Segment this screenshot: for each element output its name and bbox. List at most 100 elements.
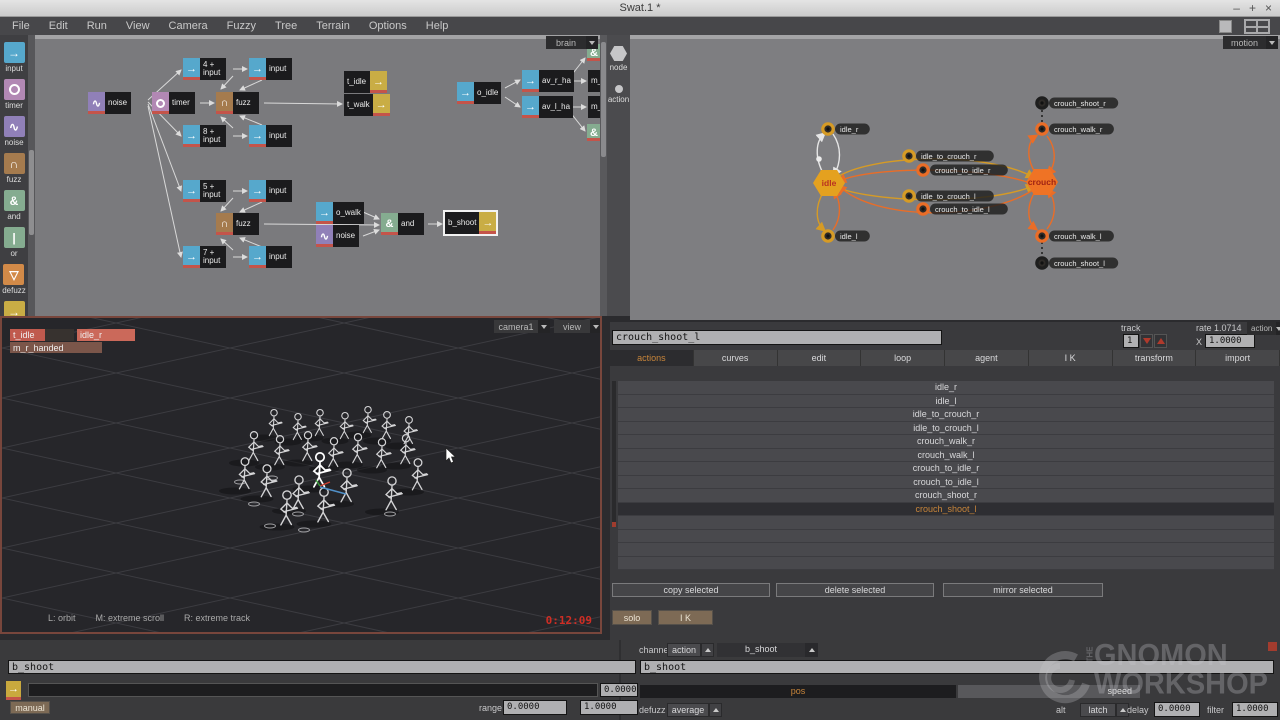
defuzz-mode-button[interactable]: average bbox=[667, 703, 709, 717]
action-row-crouch_to_idle_r[interactable]: crouch_to_idle_r bbox=[618, 462, 1274, 476]
copy-selected-button[interactable]: copy selected bbox=[612, 583, 770, 597]
brain-node-fuzz2[interactable]: ∩fuzz bbox=[216, 213, 259, 235]
range-min-field[interactable]: 0.0000 bbox=[503, 700, 567, 715]
camera-dropdown[interactable]: camera1 bbox=[494, 320, 550, 333]
view-dropdown[interactable]: view bbox=[554, 320, 602, 333]
tab-actions[interactable]: actions bbox=[610, 350, 694, 366]
channel-name-field-left[interactable]: b_shoot bbox=[8, 660, 636, 674]
brain-node-in4[interactable]: →4 + input bbox=[183, 58, 226, 80]
tool-timer[interactable]: timer bbox=[4, 79, 25, 110]
delay-field[interactable]: 0.0000 bbox=[1154, 702, 1200, 717]
action-row-crouch_shoot_r[interactable]: crouch_shoot_r bbox=[618, 489, 1274, 503]
channel-select-dropdown[interactable]: b_shoot bbox=[717, 643, 818, 657]
brain-node-in7[interactable]: →7 + input bbox=[183, 246, 226, 268]
menu-terrain[interactable]: Terrain bbox=[316, 20, 350, 32]
brain-node-m_r[interactable]: m_ bbox=[588, 70, 600, 92]
action-row-idle_l[interactable]: idle_l bbox=[618, 395, 1274, 409]
channel-type-button[interactable]: action bbox=[667, 643, 701, 657]
tool-or[interactable]: |or bbox=[4, 227, 25, 258]
node-mode-icon[interactable] bbox=[610, 46, 627, 61]
tab-curves[interactable]: curves bbox=[694, 350, 778, 366]
window-layout-icon[interactable] bbox=[1244, 19, 1270, 34]
menu-fuzzy[interactable]: Fuzzy bbox=[227, 20, 256, 32]
motion-node-crouch_walk_r[interactable]: crouch_walk_r bbox=[1037, 124, 1114, 135]
brain-node-and1[interactable]: &and bbox=[381, 213, 424, 235]
brain-node-noise1[interactable]: ∿noise bbox=[88, 92, 131, 114]
tab-ik[interactable]: I K bbox=[1029, 350, 1113, 366]
toolbar-scrollbar-thumb[interactable] bbox=[29, 150, 34, 235]
motion-node-idle_r[interactable]: idle_r bbox=[823, 124, 870, 135]
motion-graph-panel[interactable]: idlecrouchidle_ridle_lidle_to_crouch_rcr… bbox=[630, 35, 1280, 320]
menu-run[interactable]: Run bbox=[87, 20, 107, 32]
menu-view[interactable]: View bbox=[126, 20, 150, 32]
action-row-crouch_walk_l[interactable]: crouch_walk_l bbox=[618, 449, 1274, 463]
menu-camera[interactable]: Camera bbox=[169, 20, 208, 32]
brain-node-in4b[interactable]: →input bbox=[249, 58, 292, 80]
motion-state-idle[interactable]: idle bbox=[813, 170, 845, 196]
panel-mode-dropdown[interactable]: action bbox=[1247, 322, 1280, 335]
manual-button[interactable]: manual bbox=[10, 701, 50, 714]
brain-node-m_l[interactable]: m_ bbox=[588, 96, 600, 118]
action-row-crouch_walk_r[interactable]: crouch_walk_r bbox=[618, 435, 1274, 449]
motion-dropdown[interactable]: motion bbox=[1223, 36, 1278, 49]
range-max-field[interactable]: 1.0000 bbox=[580, 700, 638, 715]
track-field[interactable]: 1 bbox=[1123, 334, 1139, 348]
brain-node-t_walk[interactable]: t_walk→ bbox=[344, 94, 390, 116]
brain-node-and_br[interactable]: & bbox=[587, 124, 600, 141]
tab-agent[interactable]: agent bbox=[945, 350, 1029, 366]
agent-figure[interactable] bbox=[382, 412, 395, 439]
tab-import[interactable]: import bbox=[1196, 350, 1280, 366]
defuzz-up-icon[interactable] bbox=[709, 703, 722, 717]
channel-value-slider[interactable] bbox=[28, 683, 598, 697]
list-scrollbar[interactable] bbox=[612, 381, 616, 524]
brain-node-o_walk[interactable]: →o_walk bbox=[316, 202, 364, 224]
brain-node-noise2[interactable]: ∿noise bbox=[316, 225, 359, 247]
solo-button[interactable]: solo bbox=[612, 610, 652, 625]
agent-figure[interactable] bbox=[315, 409, 328, 435]
action-name-field[interactable]: crouch_shoot_l bbox=[612, 330, 942, 345]
tool-input[interactable]: →input bbox=[4, 42, 25, 73]
pos-bar[interactable]: pos bbox=[640, 685, 956, 698]
brain-node-t_idle[interactable]: t_idle→ bbox=[344, 71, 387, 93]
brain-scrollbar-thumb[interactable] bbox=[601, 42, 606, 157]
channel-name-field-right[interactable]: b_shoot bbox=[640, 660, 1274, 674]
record-indicator[interactable] bbox=[1268, 642, 1277, 651]
channel-type-up-icon[interactable] bbox=[701, 643, 714, 657]
close-button[interactable]: × bbox=[1265, 1, 1272, 15]
motion-node-crouch_to_idle_r[interactable]: crouch_to_idle_r bbox=[918, 165, 1008, 176]
brain-node-in5b[interactable]: →input bbox=[249, 180, 292, 202]
agent-figure[interactable] bbox=[412, 459, 427, 490]
brain-node-o_idle[interactable]: →o_idle bbox=[457, 82, 501, 104]
action-row-crouch_to_idle_l[interactable]: crouch_to_idle_l bbox=[618, 476, 1274, 490]
motion-node-crouch_shoot_r[interactable]: crouch_shoot_r bbox=[1037, 98, 1118, 109]
brain-node-av_r_ha[interactable]: →av_r_ha bbox=[522, 70, 574, 92]
tab-loop[interactable]: loop bbox=[861, 350, 945, 366]
menu-file[interactable]: File bbox=[12, 20, 30, 32]
motion-node-crouch_shoot_l[interactable]: crouch_shoot_l bbox=[1037, 258, 1118, 269]
tab-transform[interactable]: transform bbox=[1113, 350, 1197, 366]
tab-edit[interactable]: edit bbox=[778, 350, 862, 366]
menu-options[interactable]: Options bbox=[369, 20, 407, 32]
action-row-crouch_shoot_l[interactable]: crouch_shoot_l bbox=[618, 503, 1274, 517]
brain-node-in7b[interactable]: →input bbox=[249, 246, 292, 268]
viewport-3d[interactable]: t_idle idle_r m_r_handed camera1 view L:… bbox=[0, 316, 602, 634]
brain-node-in5[interactable]: →5 + input bbox=[183, 180, 226, 202]
brain-node-av_l_ha[interactable]: →av_l_ha bbox=[522, 96, 573, 118]
brain-node-in8[interactable]: →8 + input bbox=[183, 125, 226, 147]
minimize-button[interactable]: – bbox=[1233, 1, 1240, 15]
brain-node-fuzz1[interactable]: ∩fuzz bbox=[216, 92, 259, 114]
delete-selected-button[interactable]: delete selected bbox=[776, 583, 934, 597]
current-action-field[interactable]: idle_r bbox=[77, 329, 135, 341]
layout-square-icon[interactable] bbox=[1219, 20, 1232, 33]
mirror-selected-button[interactable]: mirror selected bbox=[943, 583, 1103, 597]
menu-tree[interactable]: Tree bbox=[275, 20, 297, 32]
filter-field[interactable]: 1.0000 bbox=[1232, 702, 1278, 717]
motion-node-crouch_walk_l[interactable]: crouch_walk_l bbox=[1037, 231, 1114, 242]
latch-button[interactable]: latch bbox=[1080, 703, 1116, 717]
agent-figure[interactable] bbox=[404, 417, 417, 444]
brain-node-in8b[interactable]: →input bbox=[249, 125, 292, 147]
ik-button[interactable]: I K bbox=[658, 610, 713, 625]
brain-graph-panel[interactable]: ∿noisetimer→4 + input→input∩fuzz→8 + inp… bbox=[35, 35, 600, 316]
menu-help[interactable]: Help bbox=[426, 20, 449, 32]
menu-edit[interactable]: Edit bbox=[49, 20, 68, 32]
